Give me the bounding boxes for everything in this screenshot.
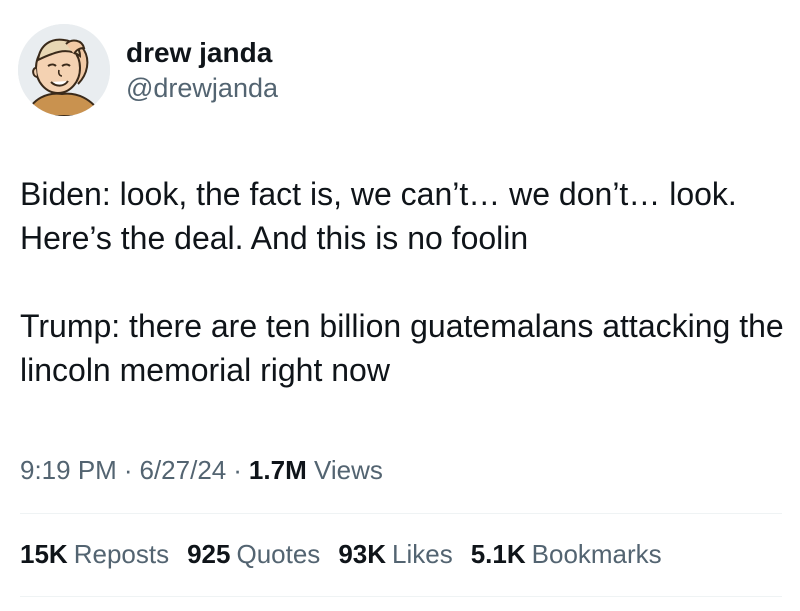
tweet-meta: 9:19 PM · 6/27/24 · 1.7M Views [20,452,383,488]
reposts-label: Reposts [73,539,170,569]
tweet-paragraph-1: Biden: look, the fact is, we can’t… we d… [20,176,737,256]
cartoon-avatar-icon [18,24,110,116]
author-display-name[interactable]: drew janda [126,35,278,71]
avatar[interactable] [18,24,110,116]
engagement-stats: 15K Reposts 925 Quotes 93K Likes 5.1K Bookma… [20,536,680,572]
likes-label: Likes [392,539,453,569]
divider [20,596,782,597]
quotes-count: 925 [187,539,231,569]
likes-count: 93K [338,539,387,569]
meta-separator: · [123,455,133,485]
tweet-time[interactable]: 9:19 PM [20,455,117,485]
tweet-text: Biden: look, the fact is, we can’t… we d… [20,172,790,392]
reposts-count: 15K [20,539,68,569]
tweet-card: drew janda @drewjanda Biden: look, the f… [0,0,800,611]
tweet-paragraph-2: Trump: there are ten billion guatemalans… [20,308,784,388]
bookmarks-label: Bookmarks [531,539,662,569]
quotes-label: Quotes [236,539,321,569]
reposts-stat[interactable]: 15K Reposts [20,536,169,572]
tweet-date[interactable]: 6/27/24 [140,455,227,485]
divider [20,513,782,514]
author-names: drew janda @drewjanda [126,35,278,105]
meta-separator: · [233,455,242,485]
views-count: 1.7M [248,455,307,485]
tweet-header: drew janda @drewjanda [18,24,278,116]
likes-stat[interactable]: 93K Likes [338,536,452,572]
quotes-stat[interactable]: 925 Quotes [187,536,320,572]
views-label: Views [313,455,383,485]
bookmarks-count: 5.1K [470,539,526,569]
bookmarks-stat[interactable]: 5.1K Bookmarks [471,536,662,572]
author-handle[interactable]: @drewjanda [126,71,278,105]
